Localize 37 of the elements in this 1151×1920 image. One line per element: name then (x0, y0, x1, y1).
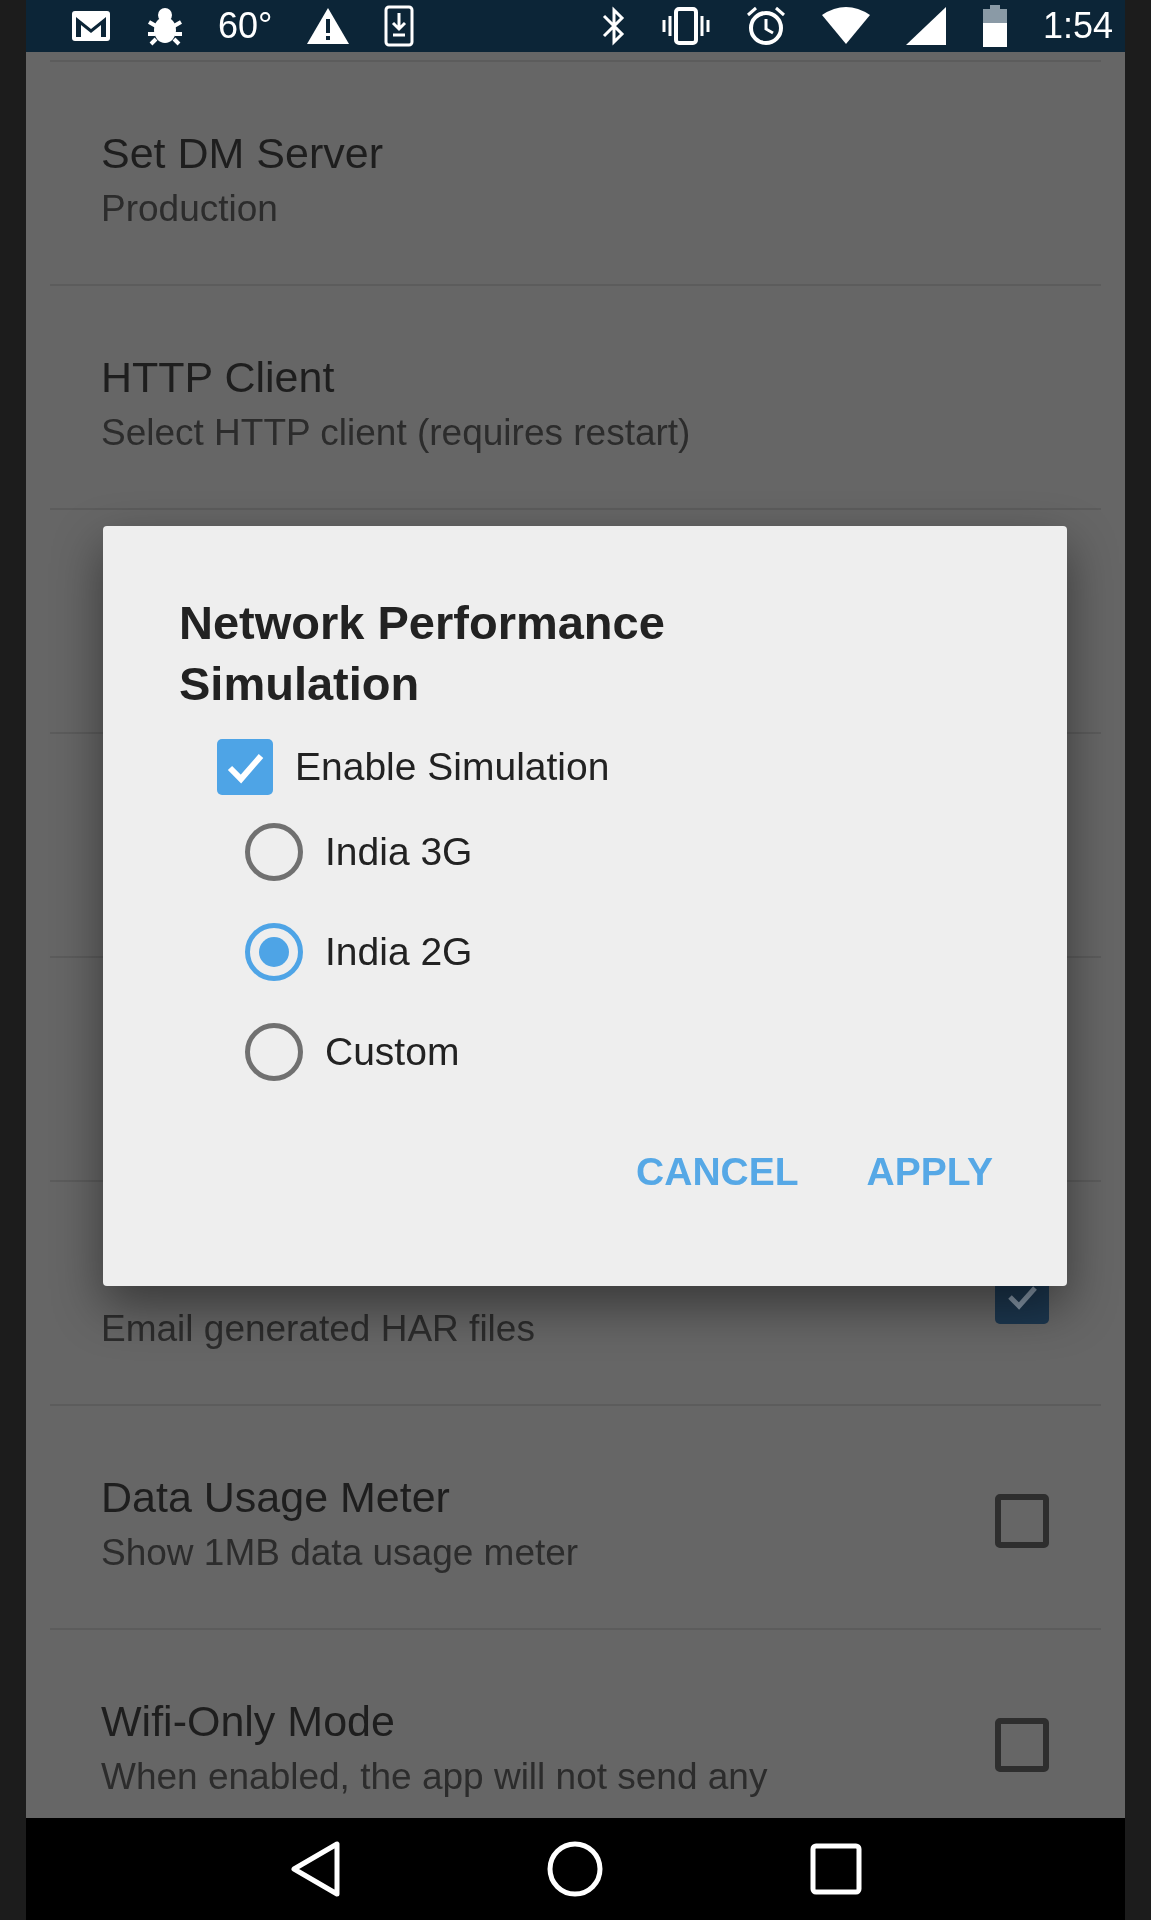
setting-title: Wifi-Only Mode (101, 1697, 396, 1746)
battery-icon (980, 5, 1009, 47)
alarm-icon (744, 5, 787, 47)
home-icon[interactable] (547, 1841, 604, 1897)
clock-text: 1:54 (1042, 5, 1113, 47)
bug-icon (146, 6, 184, 46)
dialog-title: Network Performance Simulation (179, 595, 666, 713)
vibrate-icon (660, 6, 711, 46)
radio-button[interactable] (245, 1023, 303, 1082)
setting-title: Set DM Server (101, 129, 384, 178)
radio-label: India 3G (325, 830, 473, 875)
signal-icon (904, 6, 947, 46)
back-icon[interactable] (289, 1840, 342, 1898)
setting-title: Data Usage Meter (101, 1473, 451, 1522)
radio-button[interactable] (245, 923, 303, 982)
setting-description: Production (101, 188, 279, 230)
setting-description: Show 1MB data usage meter (101, 1532, 580, 1574)
dialog-button[interactable]: CANCEL (622, 1138, 813, 1207)
checkbox[interactable] (217, 739, 273, 796)
setting-description: Email generated HAR files (101, 1308, 536, 1350)
checkbox-label: Enable Simulation (295, 745, 610, 790)
setting-title: HTTP Client (101, 353, 336, 402)
temperature-text: 60° (218, 5, 273, 47)
radio-label: Custom (325, 1030, 460, 1075)
setting-description: Select HTTP client (requires restart) (101, 412, 692, 454)
dialog-button[interactable]: APPLY (852, 1138, 1007, 1207)
recents-icon[interactable] (809, 1843, 862, 1895)
download-icon (384, 5, 415, 47)
setting-description: When enabled, the app will not send any (101, 1756, 769, 1798)
checkbox[interactable] (995, 1718, 1049, 1772)
bluetooth-icon (600, 5, 627, 47)
mail-icon (70, 9, 112, 43)
radio-label: India 2G (325, 930, 473, 975)
radio-button[interactable] (245, 823, 303, 882)
wifi-icon (820, 7, 871, 45)
checkbox[interactable] (995, 1494, 1049, 1548)
warning-icon (306, 7, 351, 45)
